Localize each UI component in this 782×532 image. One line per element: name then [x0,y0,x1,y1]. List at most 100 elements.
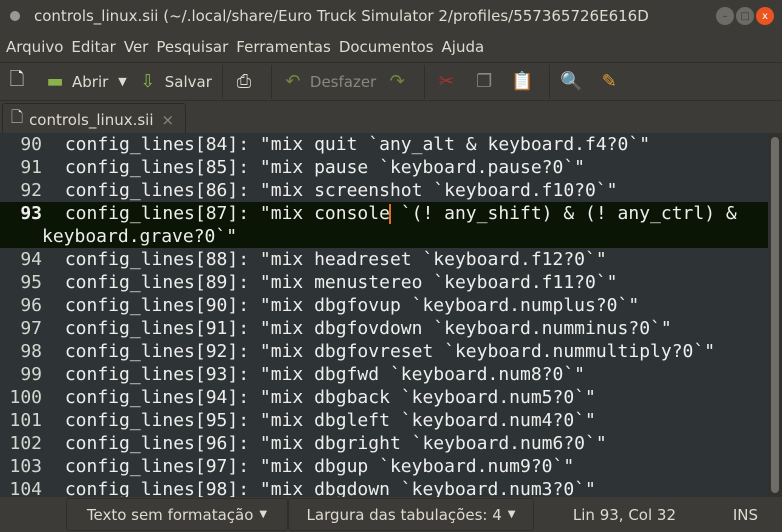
line-number: 93 [20,203,42,224]
redo-button[interactable]: ↷ [386,71,414,93]
line-number: 100 [9,387,42,408]
replace-button[interactable]: ✎ [598,71,626,93]
code-line: 95 config_lines[89]: "mix menustereo `ke… [0,271,768,294]
print-button[interactable]: ⎙ [233,71,261,93]
scissors-icon: ✂ [438,71,454,92]
vertical-scrollbar[interactable] [768,133,782,497]
title-bar: controls_linux.sii (~/.local/share/Euro … [0,0,782,32]
line-text: config_lines[85]: "mix pause `keyboard.p… [54,157,586,178]
line-text: config_lines[97]: "mix dbgup `keyboard.n… [54,456,575,477]
line-number: 96 [20,295,42,316]
line-number: 95 [20,272,42,293]
search-button[interactable]: 🔍 [560,71,588,93]
line-number [0,225,42,248]
separator [221,64,223,99]
save-label: Salvar [164,72,212,91]
menu-ajuda[interactable]: Ajuda [442,38,485,56]
code-line: 93 config_lines[87]: "mix console `(! an… [0,202,768,225]
line-number: 99 [20,364,42,385]
copy-button[interactable]: ❐ [473,71,501,93]
code-line: 96 config_lines[90]: "mix dbgfovup `keyb… [0,294,768,317]
line-number: 91 [20,157,42,178]
undo-button[interactable]: ↶ Desfazer [282,71,376,93]
tab-controls-linux[interactable]: 🗋 controls_linux.sii × [2,103,186,135]
code-line: 92 config_lines[86]: "mix screenshot `ke… [0,179,768,202]
chevron-down-icon: ▼ [507,509,516,520]
menu-editar[interactable]: Editar [71,38,115,56]
cursor-position: Lin 93, Col 32 [572,505,676,524]
clipboard-icon: 📋 [511,71,534,92]
code-line: 104 config_lines[98]: "mix dbgdown `keyb… [0,478,768,497]
line-text: keyboard.grave?0`" [42,226,238,247]
open-button[interactable]: ▬ Abrir [44,71,108,93]
close-button[interactable]: x [756,7,774,25]
print-icon: ⎙ [236,71,252,92]
code-line: 99 config_lines[93]: "mix dbgfwd `keyboa… [0,363,768,386]
tab-width-selector[interactable]: Largura das tabulações: 4 ▼ [288,498,534,531]
open-label: Abrir [72,72,109,91]
tab-label: controls_linux.sii [29,110,154,129]
maximize-button[interactable]: □ [736,7,754,25]
paste-button[interactable]: 📋 [511,71,539,93]
code-line: 91 config_lines[85]: "mix pause `keyboar… [0,156,768,179]
menu-pesquisar[interactable]: Pesquisar [156,38,228,56]
document-icon: 🗋 [11,108,24,126]
line-text: config_lines[90]: "mix dbgfovup `keyboar… [54,295,640,316]
app-icon [10,11,20,21]
language-selector[interactable]: Texto sem formatação ▼ [66,498,288,531]
line-number: 104 [9,479,42,497]
code-line: 101 config_lines[95]: "mix dbgleft `keyb… [0,409,768,432]
line-number: 98 [20,341,42,362]
copy-icon: ❐ [476,71,493,92]
menu-arquivo[interactable]: Arquivo [6,38,63,56]
minimize-button[interactable]: – [716,7,734,25]
cut-button[interactable]: ✂ [435,71,463,93]
code-line: 97 config_lines[91]: "mix dbgfovdown `ke… [0,317,768,340]
line-text: config_lines[89]: "mix menustereo `keybo… [54,272,618,293]
line-number: 97 [20,318,42,339]
save-icon: ⇩ [140,71,156,92]
menu-ver[interactable]: Ver [124,38,149,56]
menu-ferramentas[interactable]: Ferramentas [236,38,331,56]
code-line: 103 config_lines[97]: "mix dbgup `keyboa… [0,455,768,478]
code-line: keyboard.grave?0`" [0,225,768,248]
language-label: Texto sem formatação [86,505,254,524]
line-text: config_lines[94]: "mix dbgback `keyboard… [54,387,596,408]
save-button[interactable]: ⇩ Salvar [137,71,212,93]
line-number: 94 [20,249,42,270]
line-text: config_lines[96]: "mix dbgright `keyboar… [54,433,607,454]
scrollbar-thumb[interactable] [771,137,779,493]
tab-bar: 🗋 controls_linux.sii × [0,100,782,135]
line-number: 90 [20,134,42,155]
line-text: config_lines[92]: "mix dbgfovreset `keyb… [54,341,716,362]
code-line: 90 config_lines[84]: "mix quit `any_alt … [0,133,768,156]
search-icon: 🔍 [560,71,583,92]
window-title: controls_linux.sii (~/.local/share/Euro … [34,7,649,25]
code-line: 102 config_lines[96]: "mix dbgright `key… [0,432,768,455]
line-text: config_lines[88]: "mix headreset `keyboa… [54,249,607,270]
folder-icon: ▬ [46,71,64,92]
line-text: config_lines[98]: "mix dbgdown `keyboard… [54,479,596,497]
separator [424,64,426,99]
line-text: config_lines[95]: "mix dbgleft `keyboard… [54,410,596,431]
line-number: 103 [9,456,42,477]
undo-label: Desfazer [309,72,377,91]
line-number: 101 [9,410,42,431]
line-text: config_lines[87]: "mix console `(! any_s… [54,203,737,224]
code-line: 100 config_lines[94]: "mix dbgback `keyb… [0,386,768,409]
undo-icon: ↶ [285,71,301,92]
line-text: config_lines[93]: "mix dbgfwd `keyboard.… [54,364,586,385]
separator [549,64,551,99]
line-text: config_lines[84]: "mix quit `any_alt & k… [54,134,651,155]
insert-mode: INS [732,505,758,524]
status-bar: Texto sem formatação ▼ Largura das tabula… [0,497,782,532]
open-dropdown[interactable]: ▼ [118,75,126,88]
code-line: 94 config_lines[88]: "mix headreset `key… [0,248,768,271]
menu-documentos[interactable]: Documentos [339,38,434,56]
new-button[interactable]: 🗋 [6,69,34,93]
text-editor[interactable]: 90 config_lines[84]: "mix quit `any_alt … [0,133,768,497]
menu-bar: Arquivo Editar Ver Pesquisar Ferramentas… [0,32,782,62]
tab-width-label: Largura das tabulações: 4 [306,505,502,524]
line-number: 102 [9,433,42,454]
tab-close-icon[interactable]: × [162,111,175,129]
